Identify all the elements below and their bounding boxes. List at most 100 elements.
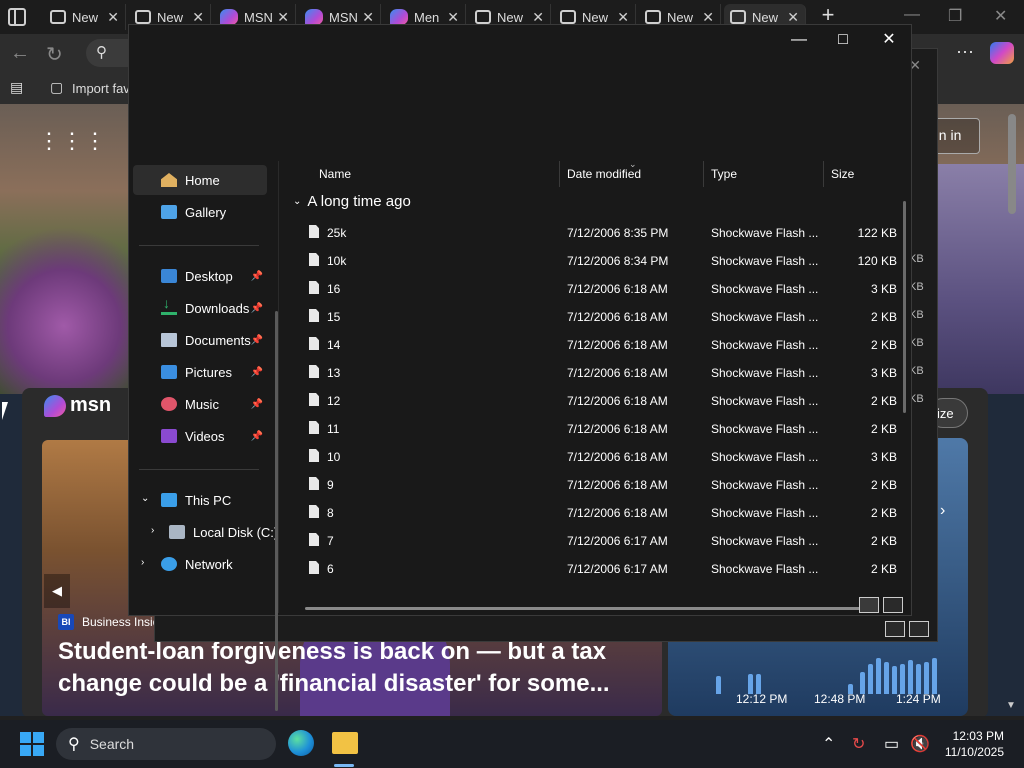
browser-maximize-button[interactable]: ❐ [948,6,962,26]
nav-item-desktop[interactable]: Desktop 📌 [133,261,267,291]
nav-item-network[interactable]: › Network [133,549,267,579]
column-label: Name [319,167,352,181]
network-icon [161,557,177,571]
import-favorites-link[interactable]: Import fav [72,81,130,96]
weather-next-arrow-icon[interactable]: › [940,502,945,520]
news-source[interactable]: BI Business Insid [58,614,159,630]
tab-label: New [157,9,184,25]
tab-label: New [667,9,694,25]
more-menu-icon[interactable]: ⋯ [956,42,974,63]
file-row[interactable]: 7 7/12/2006 6:17 AM Shockwave Flash ... 2 K… [287,526,903,554]
tab-close-icon[interactable]: ✕ [702,9,714,26]
file-row[interactable]: 6 7/12/2006 6:17 AM Shockwave Flash ... 2 K… [287,554,903,578]
tab-close-icon[interactable]: ✕ [617,9,629,26]
file-row[interactable]: 9 7/12/2006 6:18 AM Shockwave Flash ... 2 K… [287,470,903,498]
network-tray-icon[interactable]: ▭ [884,734,899,754]
nav-item-videos[interactable]: Videos 📌 [133,421,267,451]
file-list-hscrollbar[interactable] [305,607,861,610]
browser-close-button[interactable]: ✕ [994,6,1007,26]
pin-icon[interactable]: 📌 [251,399,263,410]
taskbar-search[interactable]: ⚲ Search [56,728,276,760]
tab-actions-icon[interactable] [8,8,26,26]
news-headline[interactable]: Student-loan forgiveness is back on — bu… [58,636,618,700]
file-row[interactable]: 11 7/12/2006 6:18 AM Shockwave Flash ... 2 … [287,414,903,442]
file-name: 11 [327,422,340,436]
nav-item-downloads[interactable]: Downloads 📌 [133,293,267,323]
nav-item-gallery[interactable]: Gallery [133,197,267,227]
explorer-minimize-button[interactable]: — [777,29,821,53]
copilot-icon[interactable] [990,42,1014,64]
swf-file-icon [309,393,319,406]
column-header-name[interactable]: Name [311,167,561,193]
file-row[interactable]: 25k 7/12/2006 8:35 PM Shockwave Flash ... 1… [287,218,903,246]
tab-close-icon[interactable]: ✕ [787,9,799,26]
navigation-pane: Home Gallery Desktop 📌 Downloads 📌 Docum… [129,161,279,711]
file-list-vscrollbar[interactable] [903,201,906,413]
page-scrollbar-thumb[interactable] [1008,114,1016,214]
tab-close-icon[interactable]: ✕ [277,9,289,26]
tab-close-icon[interactable]: ✕ [107,9,119,26]
nav-scrollbar[interactable] [275,311,278,711]
file-row[interactable]: 8 7/12/2006 6:18 AM Shockwave Flash ... 2 K… [287,498,903,526]
start-button[interactable] [20,732,44,756]
tab-sidebar-icon[interactable]: ▤ [10,79,23,96]
file-row[interactable]: 10k 7/12/2006 8:34 PM Shockwave Flash ... 1… [287,246,903,274]
search-icon: ⚲ [96,44,107,61]
column-header-date[interactable]: Date modified [559,167,703,193]
tab-close-icon[interactable]: ✕ [362,9,374,26]
tiles-view-icon[interactable] [909,621,929,637]
tiles-view-icon[interactable] [883,597,903,613]
explorer-maximize-button[interactable]: □ [821,29,865,53]
apps-grid-icon[interactable]: ⋮⋮⋮ [38,128,107,154]
nav-item-local-disk[interactable]: › Local Disk (C:) [133,517,278,547]
chevron-right-icon[interactable]: › [141,557,144,568]
group-header[interactable]: ⌄ A long time ago [293,193,411,210]
browser-minimize-button[interactable]: — [904,6,920,24]
chevron-right-icon[interactable]: › [151,525,154,536]
tab-close-icon[interactable]: ✕ [532,9,544,26]
nav-item-home[interactable]: Home [133,165,267,195]
file-type: Shockwave Flash ... [711,366,819,380]
pin-icon[interactable]: 📌 [251,335,263,346]
file-explorer-icon[interactable] [332,732,358,754]
file-row[interactable]: 10 7/12/2006 6:18 AM Shockwave Flash ... 3 … [287,442,903,470]
nav-item-pictures[interactable]: Pictures 📌 [133,357,267,387]
show-hidden-icons-chevron-icon[interactable]: ⌃ [822,734,835,754]
nav-item-music[interactable]: Music 📌 [133,389,267,419]
edge-browser-icon[interactable] [288,730,314,756]
nav-item-documents[interactable]: Documents 📌 [133,325,267,355]
explorer-close-button[interactable]: ✕ [867,29,911,53]
file-type: Shockwave Flash ... [711,562,819,576]
carousel-prev-button[interactable]: ◀ [44,574,70,608]
system-clock[interactable]: 12:03 PM 11/10/2025 [944,728,1004,760]
file-row[interactable]: 13 7/12/2006 6:18 AM Shockwave Flash ... 3 … [287,358,903,386]
file-row[interactable]: 14 7/12/2006 6:18 AM Shockwave Flash ... 2 … [287,330,903,358]
volume-muted-icon[interactable]: 🔇 [910,734,930,754]
browser-tab[interactable]: New ✕ [44,4,126,30]
nav-label: Gallery [185,204,227,220]
start-logo-tile [33,732,44,743]
file-row[interactable]: 12 7/12/2006 6:18 AM Shockwave Flash ... 2 … [287,386,903,414]
tab-label: New [752,9,779,25]
column-header-size[interactable]: Size [823,167,903,193]
gallery-icon [161,205,177,219]
tab-close-icon[interactable]: ✕ [447,9,459,26]
pin-icon[interactable]: 📌 [251,303,263,314]
details-view-icon[interactable] [885,621,905,637]
msn-logo[interactable]: msn [44,394,111,417]
pin-icon[interactable]: 📌 [251,271,263,282]
tab-close-icon[interactable]: ✕ [192,9,204,26]
pin-icon[interactable]: 📌 [251,367,263,378]
file-row[interactable]: 15 7/12/2006 6:18 AM Shockwave Flash ... 2 … [287,302,903,330]
tab-page-icon [135,10,151,24]
back-arrow-icon[interactable]: ← [10,42,30,65]
scroll-down-arrow-icon[interactable]: ▼ [1006,700,1016,711]
pin-icon[interactable]: 📌 [251,431,263,442]
nav-item-this-pc[interactable]: ⌄ This PC [133,485,267,515]
details-view-icon[interactable] [859,597,879,613]
file-row[interactable]: 16 7/12/2006 6:18 AM Shockwave Flash ... 3 … [287,274,903,302]
column-header-type[interactable]: Type [703,167,825,193]
sync-status-icon[interactable]: ↻ [852,734,865,754]
chevron-down-icon[interactable]: ⌄ [141,493,149,504]
refresh-icon[interactable]: ↻ [46,42,63,67]
